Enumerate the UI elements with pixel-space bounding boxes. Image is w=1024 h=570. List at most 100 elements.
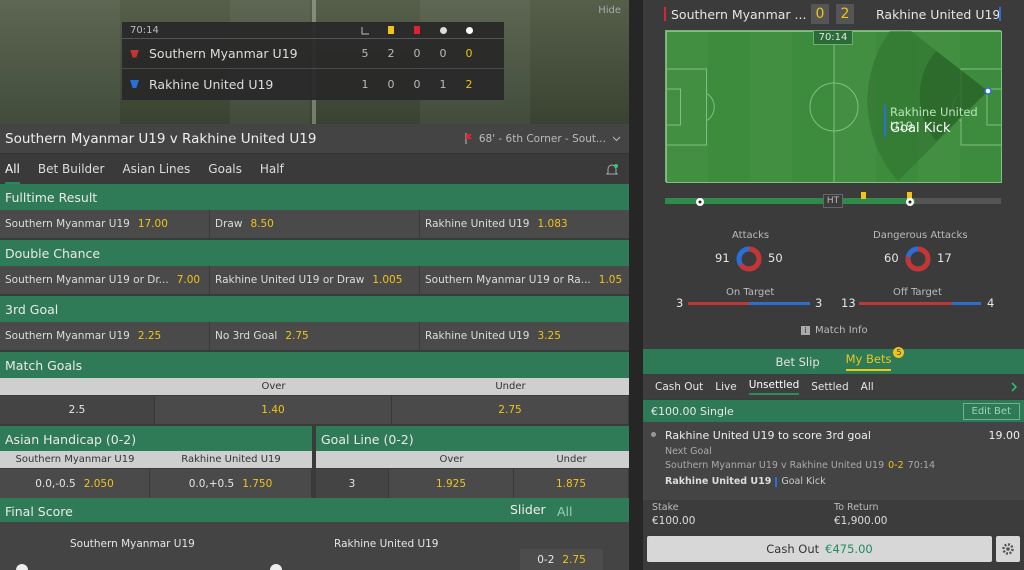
odds-cell[interactable]: Draw 8.50 [210,210,420,238]
asian-handicap-header[interactable]: Asian Handicap (0-2) [0,426,312,452]
stake-value: €100.00 [652,515,696,527]
handicap-column-header: Southern Myanmar U19 Rakhine United U19 … [0,451,629,468]
chevron-right-icon[interactable] [1011,382,1018,392]
hide-button[interactable]: Hide [598,5,621,16]
home-red: 0 [413,47,421,60]
goal-icon [696,198,704,206]
third-goal-row: Southern Myanmar U19 2.25 No 3rd Goal 2.75… [0,322,629,350]
home-subs: 0 [439,47,447,60]
pitch-visualization: 70:14 Rakhine United U19 Goal Kick [665,30,1002,183]
filter-settled[interactable]: Settled [811,381,848,393]
bet-last-event: Rakhine United U19 Goal Kick [665,476,826,487]
odds-value: 2.75 [285,330,309,342]
odds-value: 2.25 [137,330,162,342]
slider-result[interactable]: 0-2 2.75 [520,549,603,570]
filter-all[interactable]: All [861,381,874,393]
odds-value: 3.25 [537,330,561,342]
odds-cell[interactable]: Rakhine United U19 3.25 [420,322,629,350]
goal-line-header[interactable]: Goal Line (0-2) [316,426,629,452]
odds-cell[interactable]: Southern Myanmar U19 or Dr... 7.00 [0,266,210,294]
away-color-bar [775,476,778,487]
event-dropdown[interactable]: 68' - 6th Corner - Sout... [465,133,621,145]
slider-away-label: Rakhine United U19 [334,538,439,550]
event-text: 68' - 6th Corner - Sout... [478,132,606,145]
bell-icon[interactable] [605,163,619,177]
pitch-clock: 70:14 [813,30,853,45]
final-score-title[interactable]: Final Score [5,504,73,519]
cash-out-settings-button[interactable] [996,536,1020,562]
off-target-label: Off Target [893,287,942,298]
odds-cell[interactable]: Rakhine United U19 1.083 [420,210,629,238]
odds-value: 8.50 [250,218,274,230]
handicap-home-label: Southern Myanmar U19 [15,454,135,465]
tab-goals[interactable]: Goals [208,155,242,184]
tab-half[interactable]: Half [260,155,284,184]
double-chance-row: Southern Myanmar U19 or Dr... 7.00 Rakhin… [0,266,629,294]
away-red: 0 [413,77,421,91]
slider-toggle[interactable]: Slider [510,498,546,524]
bet-price: 19.00 [988,429,1021,442]
substitution-icon [430,26,456,35]
filter-live[interactable]: Live [715,381,736,393]
tab-my-bets[interactable]: My Bets 5 [845,347,905,371]
yellow-card-icon [861,192,866,199]
slider-home-label: Southern Myanmar U19 [70,538,195,550]
handicap-line: 0.0,-0.5 [35,478,76,490]
under-label: Under [495,381,526,392]
corner-icon [352,26,378,35]
filter-unsettled[interactable]: Unsettled [748,379,800,395]
odds-value: 7.00 [176,274,201,286]
match-timeline: HT [665,192,1001,210]
tab-all[interactable]: All [5,155,20,184]
my-bets-filter: Cash Out Live Unsettled Settled All [643,375,1024,399]
match-goals-header[interactable]: Match Goals [0,352,629,378]
tab-bet-builder[interactable]: Bet Builder [38,155,105,184]
over-odds[interactable]: 1.40 [155,396,392,424]
third-goal-header[interactable]: 3rd Goal [0,296,629,322]
edit-bet-button[interactable]: Edit Bet [962,402,1020,420]
double-chance-header[interactable]: Double Chance [0,240,629,266]
fulltime-header[interactable]: Fulltime Result [0,184,629,210]
selection-label: Rakhine United U19 [425,218,530,230]
gear-icon [1002,543,1014,555]
match-info-link[interactable]: i Match Info [801,325,868,336]
cash-out-button[interactable]: Cash Out €475.00 [647,536,992,562]
handicap-home-cell[interactable]: 0.0,-0.5 2.050 [0,469,150,499]
away-subs: 1 [439,77,447,91]
on-target-home: 3 [676,296,684,310]
odds-cell[interactable]: No 3rd Goal 2.75 [210,322,420,350]
goal-line-value: 3 [316,469,389,499]
tab-bet-slip[interactable]: Bet Slip [776,355,820,369]
handicap-away-cell[interactable]: 0.0,+0.5 1.750 [150,469,312,499]
odds-cell[interactable]: Southern Myanmar U19 17.00 [0,210,210,238]
odds-value: 2.050 [83,478,114,490]
goal-line-over-odds[interactable]: 1.925 [389,469,514,499]
odds-cell[interactable]: Southern Myanmar U19 2.25 [0,322,210,350]
away-slider-handle[interactable] [270,564,282,570]
on-target-label: On Target [726,287,775,298]
market-panel: Hide 70:14 Southern Myanmar U19 5 2 0 0 … [0,0,629,570]
stake-label: Stake [652,502,679,513]
selection-label: Southern Myanmar U19 or Dr... [5,274,169,286]
dangerous-away: 17 [937,251,952,265]
bet-market: Next Goal [665,446,712,457]
all-toggle[interactable]: All [557,504,573,519]
fulltime-row: Southern Myanmar U19 17.00 Draw 8.50 Rakhi… [0,210,629,238]
bet-last-event-team: Rakhine United U19 [665,476,772,487]
selection-label: Southern Myanmar U19 [5,330,130,342]
slider-score: 0-2 [537,554,555,566]
under-odds[interactable]: 2.75 [392,396,629,424]
home-goals: 0 [465,47,473,60]
home-slider-handle[interactable] [16,564,28,570]
tracker-away-score: 2 [836,4,854,24]
on-target-away: 3 [815,296,823,310]
goal-icon [456,26,482,35]
match-info-label: Match Info [815,325,868,336]
filter-cash-out[interactable]: Cash Out [655,381,703,393]
goal-line-under-odds[interactable]: 1.875 [514,469,629,499]
handicap-row: 0.0,-0.5 2.050 0.0,+0.5 1.750 3 1.925 1.87… [0,469,629,499]
odds-cell[interactable]: Rakhine United U19 or Draw 1.005 [210,266,420,294]
tab-asian-lines[interactable]: Asian Lines [122,155,190,184]
flag-icon [465,133,472,144]
odds-cell[interactable]: Southern Myanmar U19 or Ra... 1.05 [420,266,629,294]
